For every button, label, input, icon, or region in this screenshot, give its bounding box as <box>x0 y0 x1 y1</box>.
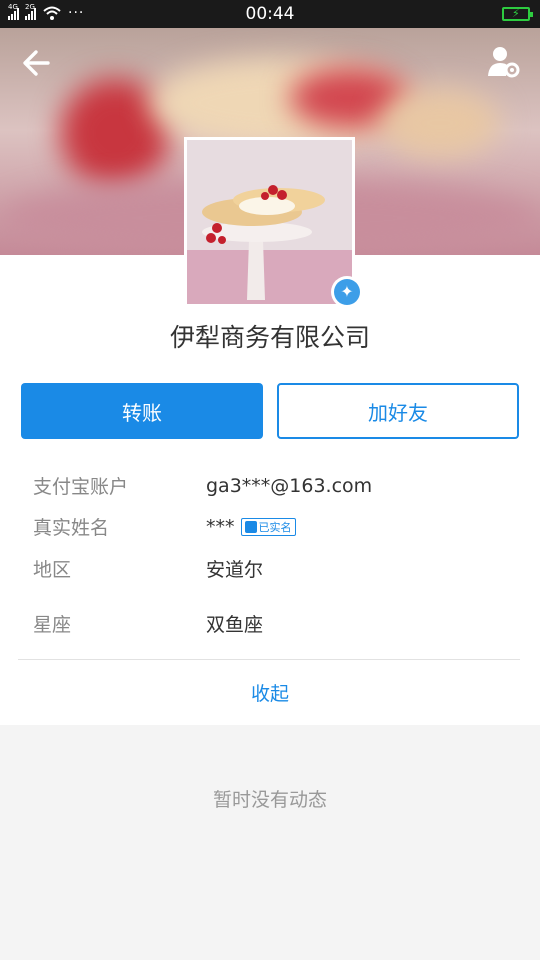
account-label: 支付宝账户 <box>33 476 129 498</box>
user-settings-icon <box>488 47 520 78</box>
pastry-photo <box>187 140 352 304</box>
profile-name: 伊犁商务有限公司 <box>169 323 370 352</box>
info-row-zodiac: 星座 双鱼座 <box>33 610 520 637</box>
verified-star-icon: ✦ <box>334 279 360 305</box>
transfer-button[interactable]: 转账 <box>21 383 263 439</box>
info-row-realname: 真实姓名 *** 已实名 <box>33 513 520 540</box>
avatar[interactable] <box>184 137 355 307</box>
zodiac-label: 星座 <box>33 614 72 636</box>
back-button[interactable] <box>20 48 54 78</box>
realname-value: *** <box>206 515 235 538</box>
realname-value-group: *** 已实名 <box>206 516 296 538</box>
divider <box>18 659 520 660</box>
add-friend-button[interactable]: 加好友 <box>277 383 519 439</box>
status-bar: 4G 2G ··· 00:44 ⚡ <box>0 0 540 28</box>
zodiac-value: 双鱼座 <box>206 614 264 636</box>
feed-empty-message: 暂时没有动态 <box>212 789 327 811</box>
region-value: 安道尔 <box>206 559 264 581</box>
battery-icon: ⚡ <box>502 7 533 21</box>
info-row-account: 支付宝账户 ga3***@163.com <box>33 472 520 499</box>
arrow-left-icon <box>23 50 50 76</box>
account-value: ga3***@163.com <box>206 474 373 497</box>
realname-verified-tag[interactable]: 已实名 <box>240 517 296 536</box>
id-card-icon <box>244 520 257 533</box>
clock: 00:44 <box>245 4 295 24</box>
region-label: 地区 <box>33 559 72 581</box>
profile-settings-button[interactable] <box>486 44 522 80</box>
realname-label: 真实姓名 <box>33 517 110 539</box>
realname-tag-label: 已实名 <box>258 520 292 534</box>
info-row-region: 地区 安道尔 <box>33 555 520 582</box>
collapse-button[interactable]: 收起 <box>0 679 540 706</box>
verified-badge: ✦ <box>331 276 363 308</box>
